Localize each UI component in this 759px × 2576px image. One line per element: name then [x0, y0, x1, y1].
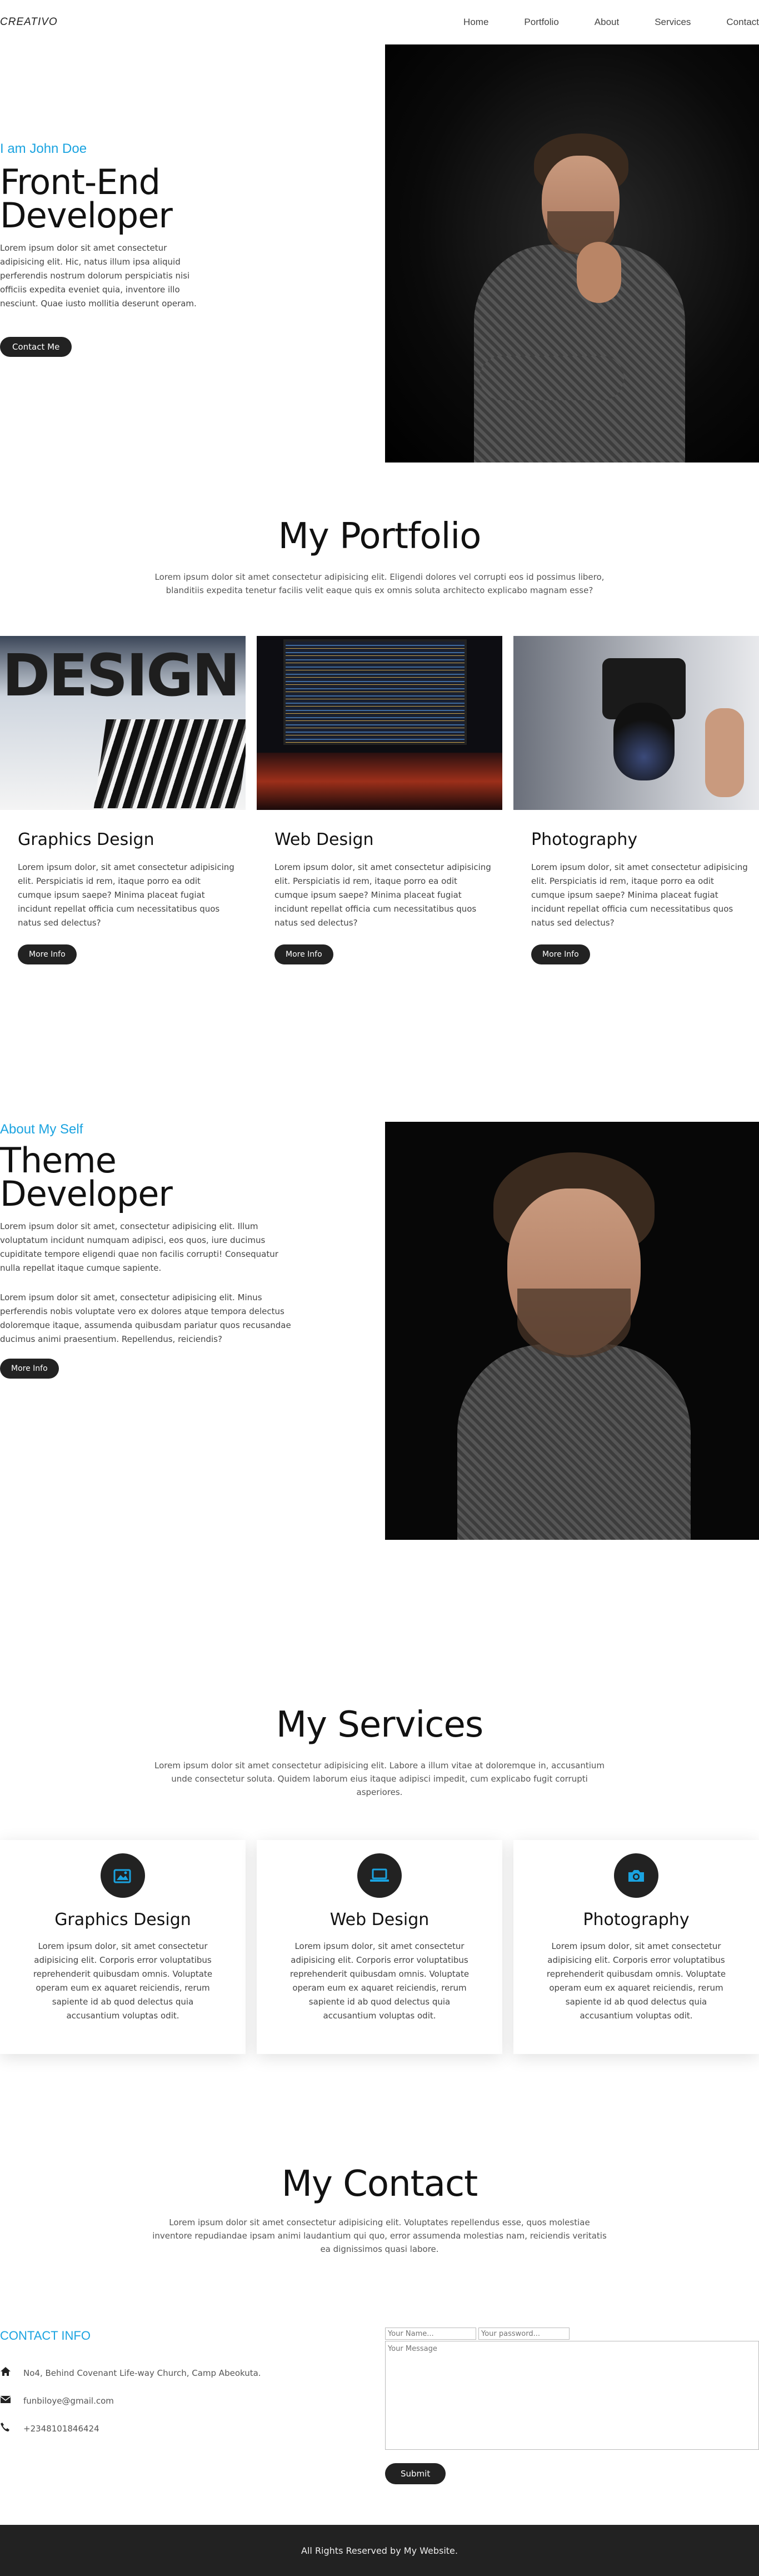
- image-icon: [101, 1853, 145, 1898]
- design-image: DESIGN: [0, 636, 246, 810]
- hero-title: Front-End Developer: [0, 165, 222, 233]
- phone-row: +2348101846424: [0, 2422, 333, 2435]
- hero-title-line2: Developer: [0, 195, 173, 236]
- service-card-title: Graphics Design: [54, 1910, 191, 1929]
- portfolio-card-graphics: DESIGN Graphics Design Lorem ipsum dolor…: [0, 636, 246, 964]
- more-info-button-photo[interactable]: More Info: [531, 944, 590, 964]
- hero-text: I am John Doe Front-End Developer Lorem …: [0, 141, 222, 357]
- portfolio-section: My Portfolio Lorem ipsum dolor sit amet …: [0, 463, 759, 1122]
- service-card-web: Web Design Lorem ipsum dolor, sit amet c…: [257, 1840, 502, 2054]
- services-section: My Services Lorem ipsum dolor sit amet c…: [0, 1704, 759, 2164]
- service-card-title: Photography: [583, 1910, 690, 1929]
- about-section: About My Self Theme Developer Lorem ipsu…: [0, 1122, 759, 1704]
- password-input[interactable]: [478, 2328, 570, 2340]
- about-portrait-image: [385, 1122, 759, 1540]
- address-text: No4, Behind Covenant Life-way Church, Ca…: [23, 2368, 261, 2378]
- footer: All Rights Reserved by My Website.: [0, 2525, 759, 2576]
- more-info-button-graphics[interactable]: More Info: [18, 944, 77, 964]
- camera-lens-graphic: [613, 703, 675, 780]
- contact-form-row: [385, 2328, 759, 2340]
- about-paragraph-1: Lorem ipsum dolor sit amet, consectetur …: [0, 1221, 278, 1273]
- service-card-text: Lorem ipsum dolor, sit amet consectetur …: [33, 1941, 213, 2021]
- about-eyebrow: About My Self: [0, 1122, 83, 1137]
- service-card-photo: Photography Lorem ipsum dolor, sit amet …: [513, 1840, 759, 2054]
- nav-link-about[interactable]: About: [595, 17, 619, 28]
- monitor-graphic: [283, 639, 467, 745]
- hero-paragraph: Lorem ipsum dolor sit amet consectetur a…: [0, 243, 197, 309]
- hero-portrait-image: [385, 44, 759, 463]
- email-row: funbiloye@gmail.com: [0, 2395, 333, 2406]
- contact-subtitle: Lorem ipsum dolor sit amet consectetur a…: [152, 2217, 607, 2254]
- footer-text: All Rights Reserved by My Website.: [301, 2545, 458, 2556]
- phone-icon: [0, 2422, 23, 2435]
- portfolio-card-title: Photography: [531, 830, 638, 849]
- phone-text[interactable]: +2348101846424: [23, 2424, 99, 2434]
- portfolio-card-text: Lorem ipsum dolor, sit amet consectetur …: [274, 862, 491, 928]
- services-cards: Graphics Design Lorem ipsum dolor, sit a…: [0, 1840, 759, 2054]
- portfolio-card-text: Lorem ipsum dolor, sit amet consectetur …: [531, 862, 748, 928]
- code-screen-image: [257, 636, 502, 810]
- nav-link-portfolio[interactable]: Portfolio: [524, 17, 558, 28]
- about-text: About My Self Theme Developer Lorem ipsu…: [0, 1122, 300, 1379]
- camera-image: [513, 636, 759, 810]
- contact-me-button[interactable]: Contact Me: [0, 337, 72, 357]
- about-title-line2: Developer: [0, 1173, 173, 1214]
- pencils-graphic: [93, 719, 246, 808]
- about-title: Theme Developer: [0, 1143, 300, 1214]
- contact-form: Submit: [385, 2328, 759, 2484]
- design-image-word: DESIGN: [2, 641, 240, 709]
- portfolio-card-web: Web Design Lorem ipsum dolor, sit amet c…: [257, 636, 502, 964]
- home-icon: [0, 2366, 23, 2379]
- hero-eyebrow: I am John Doe: [0, 141, 87, 156]
- portfolio-card-photo: Photography Lorem ipsum dolor, sit amet …: [513, 636, 759, 964]
- portrait-sweater: [457, 1344, 691, 1540]
- about-paragraph-2: Lorem ipsum dolor sit amet, consectetur …: [0, 1292, 291, 1344]
- service-card-text: Lorem ipsum dolor, sit amet consectetur …: [546, 1941, 726, 2021]
- contact-section: My Contact Lorem ipsum dolor sit amet co…: [0, 2164, 759, 2525]
- camera-icon: [614, 1853, 658, 1898]
- services-title: My Services: [276, 1704, 483, 1745]
- contact-info: CONTACT INFO No4, Behind Covenant Life-w…: [0, 2329, 333, 2435]
- portfolio-cards: DESIGN Graphics Design Lorem ipsum dolor…: [0, 636, 759, 964]
- service-card-text: Lorem ipsum dolor, sit amet consectetur …: [289, 1941, 470, 2021]
- portrait-arm: [480, 356, 624, 400]
- service-card-graphics: Graphics Design Lorem ipsum dolor, sit a…: [0, 1840, 246, 2054]
- envelope-icon: [0, 2395, 23, 2406]
- keyboard-graphic: [257, 753, 502, 810]
- laptop-icon: [357, 1853, 402, 1898]
- hero-section: I am John Doe Front-End Developer Lorem …: [0, 44, 759, 463]
- nav-link-contact[interactable]: Contact: [726, 17, 759, 28]
- more-info-button-web[interactable]: More Info: [274, 944, 333, 964]
- nav-link-services[interactable]: Services: [655, 17, 691, 28]
- nav-link-home[interactable]: Home: [463, 17, 488, 28]
- portfolio-card-title: Graphics Design: [18, 830, 154, 849]
- email-text[interactable]: funbiloye@gmail.com: [23, 2396, 114, 2406]
- contact-info-heading: CONTACT INFO: [0, 2329, 91, 2343]
- site-logo[interactable]: CREATIVO: [0, 16, 58, 28]
- portfolio-title: My Portfolio: [278, 516, 482, 557]
- message-textarea[interactable]: [385, 2341, 759, 2450]
- portrait-beard: [517, 1289, 631, 1357]
- hand-graphic: [705, 708, 744, 797]
- nav-links: Home Portfolio About Services Contact: [428, 17, 759, 28]
- portfolio-card-title: Web Design: [274, 830, 374, 849]
- address-row: No4, Behind Covenant Life-way Church, Ca…: [0, 2366, 333, 2379]
- portfolio-subtitle: Lorem ipsum dolor sit amet consectetur a…: [154, 572, 605, 595]
- contact-title: My Contact: [281, 2164, 478, 2205]
- submit-button[interactable]: Submit: [385, 2463, 446, 2484]
- top-nav: CREATIVO Home Portfolio About Services C…: [0, 0, 759, 44]
- portrait-hand: [577, 242, 621, 303]
- name-input[interactable]: [385, 2328, 476, 2340]
- services-subtitle: Lorem ipsum dolor sit amet consectetur a…: [154, 1761, 605, 1797]
- about-more-info-button[interactable]: More Info: [0, 1359, 59, 1379]
- service-card-title: Web Design: [329, 1910, 430, 1929]
- portfolio-card-text: Lorem ipsum dolor, sit amet consectetur …: [18, 862, 234, 928]
